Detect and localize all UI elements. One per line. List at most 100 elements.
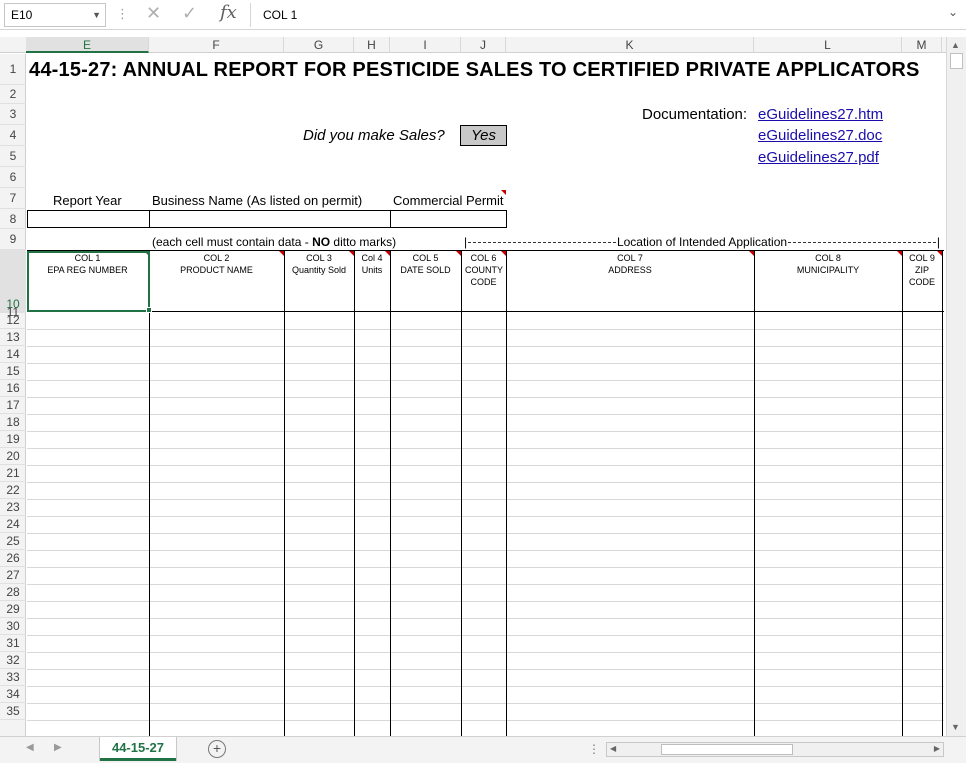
- data-cell[interactable]: [285, 636, 354, 652]
- data-cell[interactable]: [462, 449, 506, 465]
- data-cell[interactable]: [903, 670, 942, 686]
- data-cell[interactable]: [150, 670, 284, 686]
- data-cell[interactable]: [27, 670, 149, 686]
- data-cell[interactable]: [150, 653, 284, 669]
- data-cell[interactable]: [285, 330, 354, 346]
- data-cell[interactable]: [285, 602, 354, 618]
- column-header-i[interactable]: I: [390, 37, 461, 53]
- row-header-6[interactable]: 6: [0, 167, 26, 188]
- row-header-33[interactable]: 33: [0, 669, 26, 686]
- data-cell[interactable]: [355, 398, 390, 414]
- data-cell[interactable]: [507, 466, 754, 482]
- data-cell[interactable]: [755, 347, 902, 363]
- column-header-cell-9[interactable]: COL 9 ZIP CODE: [902, 252, 942, 288]
- data-cell[interactable]: [285, 619, 354, 635]
- row-header-13[interactable]: 13: [0, 329, 26, 346]
- column-header-cell-6[interactable]: COL 6 COUNTY CODE: [461, 252, 506, 288]
- data-cell[interactable]: [27, 517, 149, 533]
- row-header-2[interactable]: 2: [0, 85, 26, 104]
- data-cell[interactable]: [903, 602, 942, 618]
- data-cell[interactable]: [285, 534, 354, 550]
- data-cell[interactable]: [462, 704, 506, 720]
- row-header-34[interactable]: 34: [0, 686, 26, 703]
- data-cell[interactable]: [27, 653, 149, 669]
- data-cell[interactable]: [903, 432, 942, 448]
- data-cell[interactable]: [755, 687, 902, 703]
- data-cell[interactable]: [391, 415, 461, 431]
- data-cell[interactable]: [355, 466, 390, 482]
- data-cell[interactable]: [462, 381, 506, 397]
- data-cell[interactable]: [27, 585, 149, 601]
- data-cell[interactable]: [462, 636, 506, 652]
- data-cell[interactable]: [391, 687, 461, 703]
- data-cell[interactable]: [355, 534, 390, 550]
- data-cell[interactable]: [27, 551, 149, 567]
- data-cell[interactable]: [507, 330, 754, 346]
- data-cell[interactable]: [285, 721, 354, 736]
- data-cell[interactable]: [27, 381, 149, 397]
- data-cell[interactable]: [507, 721, 754, 736]
- data-cell[interactable]: [903, 721, 942, 736]
- data-cell[interactable]: [355, 449, 390, 465]
- data-cell[interactable]: [462, 721, 506, 736]
- data-cell[interactable]: [150, 687, 284, 703]
- data-cell[interactable]: [391, 721, 461, 736]
- row-header-31[interactable]: 31: [0, 635, 26, 652]
- row-header-22[interactable]: 22: [0, 482, 26, 499]
- data-cell[interactable]: [150, 313, 284, 329]
- column-header-cell-5[interactable]: COL 5 DATE SOLD: [390, 252, 461, 276]
- row-header-14[interactable]: 14: [0, 346, 26, 363]
- data-cell[interactable]: [150, 466, 284, 482]
- data-cell[interactable]: [150, 381, 284, 397]
- horizontal-scrollbar[interactable]: ◀ ▶: [606, 742, 944, 757]
- data-cell[interactable]: [755, 398, 902, 414]
- row-header-16[interactable]: 16: [0, 380, 26, 397]
- data-cell[interactable]: [150, 619, 284, 635]
- data-cell[interactable]: [391, 704, 461, 720]
- data-cell[interactable]: [27, 398, 149, 414]
- data-cell[interactable]: [507, 636, 754, 652]
- data-cell[interactable]: [755, 704, 902, 720]
- data-cell[interactable]: [355, 653, 390, 669]
- data-cell[interactable]: [391, 432, 461, 448]
- data-cell[interactable]: [903, 551, 942, 567]
- data-cell[interactable]: [285, 670, 354, 686]
- data-cell[interactable]: [903, 687, 942, 703]
- data-cell[interactable]: [462, 534, 506, 550]
- data-cell[interactable]: [755, 534, 902, 550]
- sales-answer-cell[interactable]: Yes: [460, 125, 507, 146]
- data-cell[interactable]: [507, 568, 754, 584]
- fill-handle[interactable]: [146, 307, 152, 313]
- row-header-23[interactable]: 23: [0, 499, 26, 516]
- data-cell[interactable]: [903, 653, 942, 669]
- data-cell[interactable]: [355, 721, 390, 736]
- data-cell[interactable]: [355, 670, 390, 686]
- data-cell[interactable]: [27, 534, 149, 550]
- scroll-left-icon[interactable]: ◀: [610, 744, 616, 753]
- column-header-l[interactable]: L: [754, 37, 902, 53]
- data-cell[interactable]: [755, 585, 902, 601]
- data-cell[interactable]: [391, 500, 461, 516]
- row-header-3[interactable]: 3: [0, 104, 26, 125]
- row-header-25[interactable]: 25: [0, 533, 26, 550]
- data-cell[interactable]: [150, 551, 284, 567]
- data-cell[interactable]: [755, 670, 902, 686]
- data-cell[interactable]: [27, 568, 149, 584]
- data-cell[interactable]: [355, 483, 390, 499]
- row-header-24[interactable]: 24: [0, 516, 26, 533]
- data-cell[interactable]: [27, 687, 149, 703]
- data-cell[interactable]: [507, 687, 754, 703]
- data-cell[interactable]: [462, 500, 506, 516]
- data-cell[interactable]: [285, 466, 354, 482]
- sheet-tab-44-15-27[interactable]: 44-15-27: [100, 737, 176, 761]
- data-cell[interactable]: [903, 449, 942, 465]
- data-cell[interactable]: [355, 330, 390, 346]
- data-cell[interactable]: [391, 653, 461, 669]
- data-cell[interactable]: [285, 381, 354, 397]
- data-cell[interactable]: [391, 330, 461, 346]
- data-cell[interactable]: [507, 381, 754, 397]
- data-cell[interactable]: [755, 313, 902, 329]
- data-cell[interactable]: [150, 568, 284, 584]
- row-header-8[interactable]: 8: [0, 209, 26, 229]
- data-cell[interactable]: [462, 551, 506, 567]
